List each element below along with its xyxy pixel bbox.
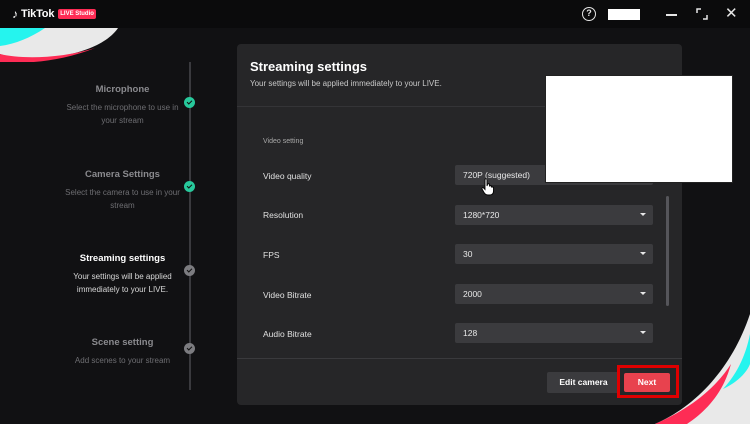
step-title: Camera Settings xyxy=(85,169,160,180)
edit-camera-button[interactable]: Edit camera xyxy=(547,372,620,393)
select-value: 2000 xyxy=(463,289,482,299)
section-label-video-setting: Video setting xyxy=(263,138,304,145)
chevron-down-icon xyxy=(640,331,646,334)
audio-bitrate-select[interactable]: 128 xyxy=(455,323,653,343)
label-audio-bitrate: Audio Bitrate xyxy=(263,329,312,339)
select-value: 128 xyxy=(463,328,478,338)
video-bitrate-select[interactable]: 2000 xyxy=(455,284,653,304)
check-icon xyxy=(184,97,195,108)
step-title: Streaming settings xyxy=(79,253,166,264)
step-scene-setting: Scene setting Add scenes to your stream xyxy=(60,337,185,367)
select-value: 30 xyxy=(463,249,473,259)
close-icon: ✕ xyxy=(725,5,738,22)
step-microphone: Microphone Select the microphone to use … xyxy=(60,84,185,127)
select-value: 720P (suggested) xyxy=(463,170,530,180)
chevron-down-icon xyxy=(640,292,646,295)
user-name-redacted[interactable] xyxy=(608,8,640,20)
pending-check-icon xyxy=(184,265,195,276)
pending-check-icon xyxy=(184,343,195,354)
chevron-down-icon xyxy=(640,213,646,216)
step-title: Scene setting xyxy=(91,337,154,348)
step-description: Select the camera to use in your stream xyxy=(65,188,180,210)
minimize-icon xyxy=(666,14,677,16)
maximize-icon xyxy=(696,8,708,20)
step-description: Your settings will be applied immediatel… xyxy=(73,272,172,294)
step-streaming-settings: Streaming settings Your settings will be… xyxy=(60,253,185,296)
minimize-button[interactable] xyxy=(660,2,684,26)
label-video-quality: Video quality xyxy=(263,171,312,181)
dialog-title: Streaming settings xyxy=(250,59,368,74)
select-value: 1280*720 xyxy=(463,210,500,220)
help-icon[interactable]: ? xyxy=(582,7,596,21)
step-description: Add scenes to your stream xyxy=(74,356,171,365)
redacted-overlay xyxy=(545,75,733,183)
decorative-swoosh-top-left xyxy=(0,28,118,62)
close-button[interactable]: ✕ xyxy=(720,2,744,26)
hand-cursor-icon xyxy=(481,178,494,196)
resolution-select[interactable]: 1280*720 xyxy=(455,205,653,225)
label-fps: FPS xyxy=(263,250,280,260)
next-button[interactable]: Next xyxy=(624,373,670,392)
label-video-bitrate: Video Bitrate xyxy=(263,290,312,300)
step-title: Microphone xyxy=(95,84,150,95)
divider xyxy=(237,358,682,359)
dialog-subtitle: Your settings will be applied immediatel… xyxy=(250,79,442,88)
tiktok-note-icon: ♪ xyxy=(12,7,18,21)
step-description: Select the microphone to use in your str… xyxy=(66,103,179,125)
title-bar: ♪ TikTok LIVE Studio ? ✕ xyxy=(0,0,750,28)
check-icon xyxy=(184,181,195,192)
logo-text: TikTok xyxy=(21,8,55,20)
live-studio-badge: LIVE Studio xyxy=(58,9,96,19)
label-resolution: Resolution xyxy=(263,210,304,220)
tiktok-logo: ♪ TikTok LIVE Studio xyxy=(12,7,96,21)
maximize-button[interactable] xyxy=(690,2,714,26)
fps-select[interactable]: 30 xyxy=(455,244,653,264)
step-camera-settings: Camera Settings Select the camera to use… xyxy=(60,169,185,212)
stepper-line xyxy=(189,62,191,390)
chevron-down-icon xyxy=(640,252,646,255)
scrollbar[interactable] xyxy=(666,196,669,306)
